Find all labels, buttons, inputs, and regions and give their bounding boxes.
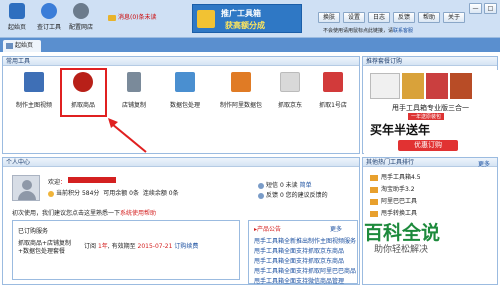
rank-icon [370, 198, 378, 205]
announcement-item[interactable]: 甩手工具箱全新推出制作主图视频服务 [254, 236, 356, 245]
feedback-icon [258, 192, 264, 199]
avatar [12, 175, 40, 201]
mail-icon [258, 182, 264, 189]
mail-row: 短信 0 未读 简单 [258, 180, 312, 189]
rank-icon [370, 174, 378, 181]
first-use-hint: 初次使用，我们建议您点击这里熟悉一下系统使用帮助 [12, 210, 157, 217]
rank-icon [370, 210, 378, 217]
subscribed-title: 已订购服务 [18, 228, 49, 235]
product-cover-2 [426, 73, 448, 99]
announcement-item[interactable]: 甩手工具箱全面支持抓取阿里巴巴商品 [254, 266, 356, 275]
ranking-item[interactable]: 甩手工具箱4.5 [370, 172, 421, 181]
watermark-line2: 助你轻松解决 [374, 245, 429, 255]
ad-line3: 买年半送年 [370, 123, 431, 137]
welcome-text: 欢迎： [48, 179, 67, 186]
ad-line1: 甩手工具箱专业版三合一 [392, 104, 469, 112]
redacted-username [68, 177, 116, 183]
rank-icon [370, 186, 378, 193]
announcement-title: ▸产品公告 [254, 226, 282, 233]
watermark: 百科全说 助你轻松解决 [364, 218, 474, 258]
personal-center-title: 个人中心 [3, 158, 359, 167]
mail-link[interactable]: 简单 [300, 182, 312, 189]
recommend-title: 推荐套餐订购 [363, 57, 497, 66]
announcement-item[interactable]: 甩手工具箱全面支持抓取京东商品 [254, 246, 344, 255]
announcement-item[interactable]: 甩手工具箱全面支持抓取京东商品 [254, 256, 344, 265]
ranking-item[interactable]: 阿里巴巴工具 [370, 196, 417, 205]
ranking-item[interactable]: 甩手转换工具 [370, 208, 417, 217]
coin-icon [48, 190, 54, 197]
subscribed-order-info: 订阅 1年, 有效期至 2015-07-21 订购续费 [84, 243, 199, 250]
recommend-ad[interactable]: 甩手工具箱专业版三合一 一年送原装包 买年半送年 优惠订购 [364, 70, 498, 154]
ad-line2: 一年送原装包 [408, 113, 445, 120]
product-cover-1 [402, 73, 424, 99]
feedback-row: 反馈 0 您的建议反馈的 [258, 190, 328, 199]
help-link[interactable]: 系统使用帮助 [120, 210, 156, 217]
ranking-item[interactable]: 淘宝助手3.2 [370, 184, 415, 193]
announcement-more-link[interactable]: 更多 [330, 224, 342, 233]
subscribed-service: 抓取商品+店铺复制+数据包处理套餐 [18, 240, 72, 255]
ranking-more-link[interactable]: 更多 [478, 159, 490, 168]
phone-image [370, 73, 400, 99]
watermark-line1: 百科全说 [364, 222, 441, 244]
order-button[interactable]: 优惠订购 [398, 140, 458, 151]
announcement-item[interactable]: 甩手工具箱全面支持微信商品管理 [254, 276, 344, 285]
points-row: 当前积分 584分 可用余额 0条 连续余额 0条 [48, 188, 179, 197]
ranking-title: 其他热门工具排行 [363, 158, 497, 167]
product-cover-3 [450, 73, 472, 99]
renew-link[interactable]: 订购续费 [174, 243, 198, 250]
